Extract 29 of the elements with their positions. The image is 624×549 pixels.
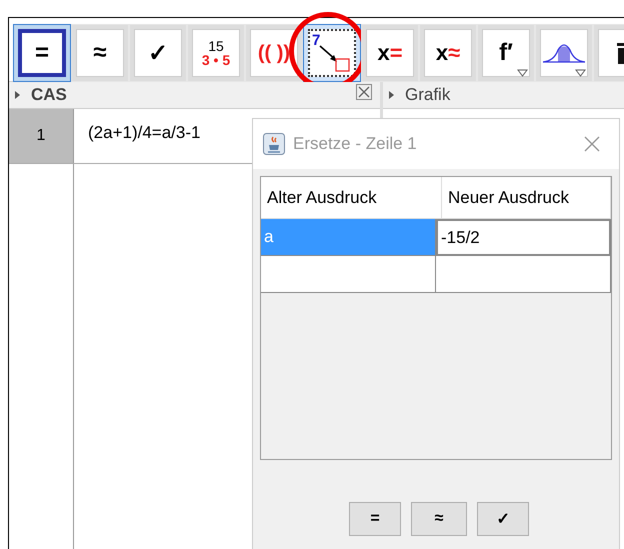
close-icon[interactable] [356,84,372,100]
dropdown-icon [517,69,528,77]
tool-button[interactable]: f′ [477,24,535,82]
expand-icon[interactable] [389,90,395,100]
panel-title: CAS [31,85,67,105]
tool-button[interactable]: ≈ [71,24,129,82]
tool-button[interactable]: x≈ [419,24,477,82]
dialog-title: Ersetze - Zeile 1 [293,134,417,154]
java-cup-icon [263,133,285,155]
dialog-button[interactable]: ✓ [477,502,529,536]
bell-curve-icon [542,42,586,64]
collapse-icon[interactable] [15,90,21,100]
cas-input[interactable]: (2a+1)/4=a/3-1 [74,109,214,163]
tool-button[interactable]: (( )) [245,24,303,82]
tool-button[interactable]: 15 3 • 5 [187,24,245,82]
close-icon[interactable] [583,135,601,153]
tool-button[interactable]: = [13,24,71,82]
tool-button[interactable]: x= [361,24,419,82]
table-cell[interactable] [436,256,611,293]
dialog-button[interactable]: ≈ [411,502,467,536]
tool-button[interactable]: 7 [303,24,361,82]
table-cell[interactable] [261,256,436,293]
tool-button[interactable] [535,24,593,82]
panel-title: Grafik [405,85,450,105]
dropdown-icon [575,69,586,77]
tool-button[interactable]: ✓ [129,24,187,82]
row-number: 1 [9,109,74,163]
table-cell[interactable]: -15/2 [436,219,611,256]
dialog-button[interactable]: = [349,502,401,536]
